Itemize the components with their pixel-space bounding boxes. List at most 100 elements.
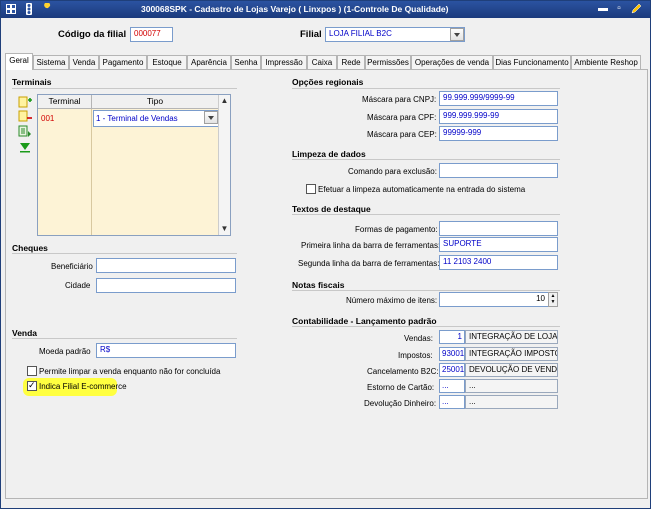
cancelamento-description: DEVOLUÇÃO DE VENDA [465, 363, 558, 377]
tab-impressao[interactable]: Impressão [261, 55, 307, 70]
title-bar: 300068SPK - Cadastro de Lojas Varejo ( L… [1, 1, 650, 18]
cidade-label: Cidade [65, 281, 91, 290]
tab-caixa[interactable]: Caixa [307, 55, 337, 70]
comando-exclusao-label: Comando para exclusão: [348, 167, 437, 176]
limpeza-divider [292, 159, 560, 160]
numero-itens-input[interactable]: 10 [439, 292, 549, 307]
tab-operacoes-venda[interactable]: Operações de venda [411, 55, 493, 70]
tipo-cell-select[interactable]: 1 - Terminal de Vendas [93, 110, 219, 127]
indica-ecommerce-checkbox[interactable] [27, 380, 37, 391]
filial-select[interactable]: LOJA FILIAL B2C [325, 27, 465, 42]
devolucao-dinheiro-description: ... [465, 395, 558, 409]
primeira-linha-label: Primeira linha da barra de ferramentas: [301, 241, 441, 250]
grid-app-icon[interactable] [5, 3, 17, 15]
numero-itens-spinner[interactable]: ▲ ▼ [548, 292, 558, 307]
estorno-cartao-description: ... [465, 379, 558, 393]
cancelamento-code-input[interactable]: 25001 [439, 363, 465, 377]
beneficiario-label: Beneficiário [51, 262, 93, 271]
estorno-cartao-code-input[interactable]: ... [439, 379, 465, 393]
minimize-button[interactable]: ▬ [597, 3, 609, 15]
segunda-linha-input[interactable]: 11 2103 2400 [439, 255, 558, 270]
cheques-divider [12, 253, 237, 254]
limpeza-section-title: Limpeza de dados [292, 149, 366, 159]
impostos-description: INTEGRAÇÃO IMPOSTOS - [465, 347, 558, 361]
col-tipo-header[interactable]: Tipo [92, 95, 219, 109]
formas-pagamento-input[interactable] [439, 221, 558, 236]
terminal-cell[interactable]: 001 [41, 114, 54, 123]
window-title: 300068SPK - Cadastro de Lojas Varejo ( L… [141, 4, 449, 14]
col-terminal-header[interactable]: Terminal [38, 95, 92, 109]
grid-scrollbar[interactable]: ▲ ▼ [218, 95, 230, 235]
destaque-section-title: Textos de destaque [292, 204, 371, 214]
tab-estoque[interactable]: Estoque [147, 55, 187, 70]
terminais-divider [12, 88, 237, 89]
primeira-linha-input[interactable]: SUPORTE [439, 237, 558, 252]
scroll-down-icon[interactable]: ▼ [219, 223, 230, 234]
filial-dropdown-button[interactable] [450, 28, 464, 41]
tab-venda[interactable]: Venda [69, 55, 99, 70]
tab-aparencia[interactable]: Aparência [187, 55, 231, 70]
tab-permissoes[interactable]: Permissões [365, 55, 411, 70]
tab-sistema[interactable]: Sistema [33, 55, 69, 70]
indica-ecommerce-label: Indica Filial E-commerce [39, 382, 127, 391]
terminal-column [38, 109, 92, 235]
filial-label: Filial [300, 29, 322, 40]
contabilidade-section-title: Contabilidade - Lançamento padrão [292, 316, 437, 326]
cancelamento-label: Cancelamento B2C: [367, 367, 439, 376]
venda-section-title: Venda [12, 328, 38, 338]
pencil-icon[interactable] [630, 3, 642, 15]
permite-limpar-checkbox[interactable] [27, 366, 37, 376]
beneficiario-input[interactable] [96, 258, 236, 273]
remove-row-icon[interactable] [18, 110, 32, 122]
notas-section-title: Notas fiscais [292, 280, 345, 290]
tab-rede[interactable]: Rede [337, 55, 365, 70]
comando-exclusao-input[interactable] [439, 163, 558, 178]
codigo-filial-input[interactable]: 000077 [130, 27, 173, 42]
cep-mask-input[interactable]: 99999-999 [439, 126, 558, 141]
destaque-divider [292, 214, 560, 215]
venda-divider [12, 338, 237, 339]
impostos-label: Impostos: [398, 351, 433, 360]
permite-limpar-label: Permite limpar a venda enquanto não for … [39, 367, 221, 376]
move-down-icon[interactable] [18, 141, 32, 153]
estorno-cartao-label: Estorno de Cartão: [367, 383, 435, 392]
moeda-input[interactable]: R$ [96, 343, 236, 358]
traffic-light-icon[interactable] [23, 3, 35, 15]
tab-ambiente-reshop[interactable]: Ambiente Reshop [571, 55, 641, 70]
cpf-mask-input[interactable]: 999.999.999-99 [439, 109, 558, 124]
efetuar-limpeza-checkbox[interactable] [306, 184, 316, 194]
edit-row-icon[interactable] [18, 125, 32, 137]
opcoes-section-title: Opções regionais [292, 77, 364, 87]
scroll-up-icon[interactable]: ▲ [219, 95, 230, 106]
devolucao-dinheiro-code-input[interactable]: ... [439, 395, 465, 409]
tab-senha[interactable]: Senha [231, 55, 261, 70]
cheques-section-title: Cheques [12, 243, 48, 253]
tab-geral[interactable]: Geral [5, 53, 33, 70]
cpf-label: Máscara para CPF: [367, 113, 437, 122]
formas-pagamento-label: Formas de pagamento: [355, 225, 438, 234]
opcoes-divider [292, 88, 560, 89]
tipo-cell-value: 1 - Terminal de Vendas [96, 114, 178, 123]
terminais-grid[interactable]: Terminal Tipo 001 1 - Terminal de Vendas… [37, 94, 231, 236]
cnpj-label: Máscara para CNPJ: [362, 95, 437, 104]
impostos-code-input[interactable]: 93001 [439, 347, 465, 361]
contabilidade-divider [292, 326, 560, 327]
notas-divider [292, 290, 560, 291]
app-window: 300068SPK - Cadastro de Lojas Varejo ( L… [0, 0, 651, 509]
vendas-label: Vendas: [404, 334, 433, 343]
tab-pagamento[interactable]: Pagamento [99, 55, 147, 70]
moeda-label: Moeda padrão [39, 347, 91, 356]
cnpj-mask-input[interactable]: 99.999.999/9999-99 [439, 91, 558, 106]
tipo-dropdown-button[interactable] [204, 111, 218, 124]
cidade-input[interactable] [96, 278, 236, 293]
wrench-icon[interactable] [41, 3, 53, 15]
codigo-filial-label: Código da filial [58, 29, 127, 40]
numero-itens-label: Número máximo de itens: [346, 296, 438, 305]
tab-dias-funcionamento[interactable]: Dias Funcionamento [493, 55, 571, 70]
restore-button[interactable]: ▫ [613, 3, 625, 15]
efetuar-limpeza-label: Efetuar a limpeza automaticamente na ent… [318, 185, 526, 194]
terminais-section-title: Terminais [12, 77, 52, 87]
vendas-code-input[interactable]: 1 [439, 330, 465, 344]
add-row-icon[interactable] [18, 96, 32, 108]
cep-label: Máscara para CEP: [367, 130, 437, 139]
